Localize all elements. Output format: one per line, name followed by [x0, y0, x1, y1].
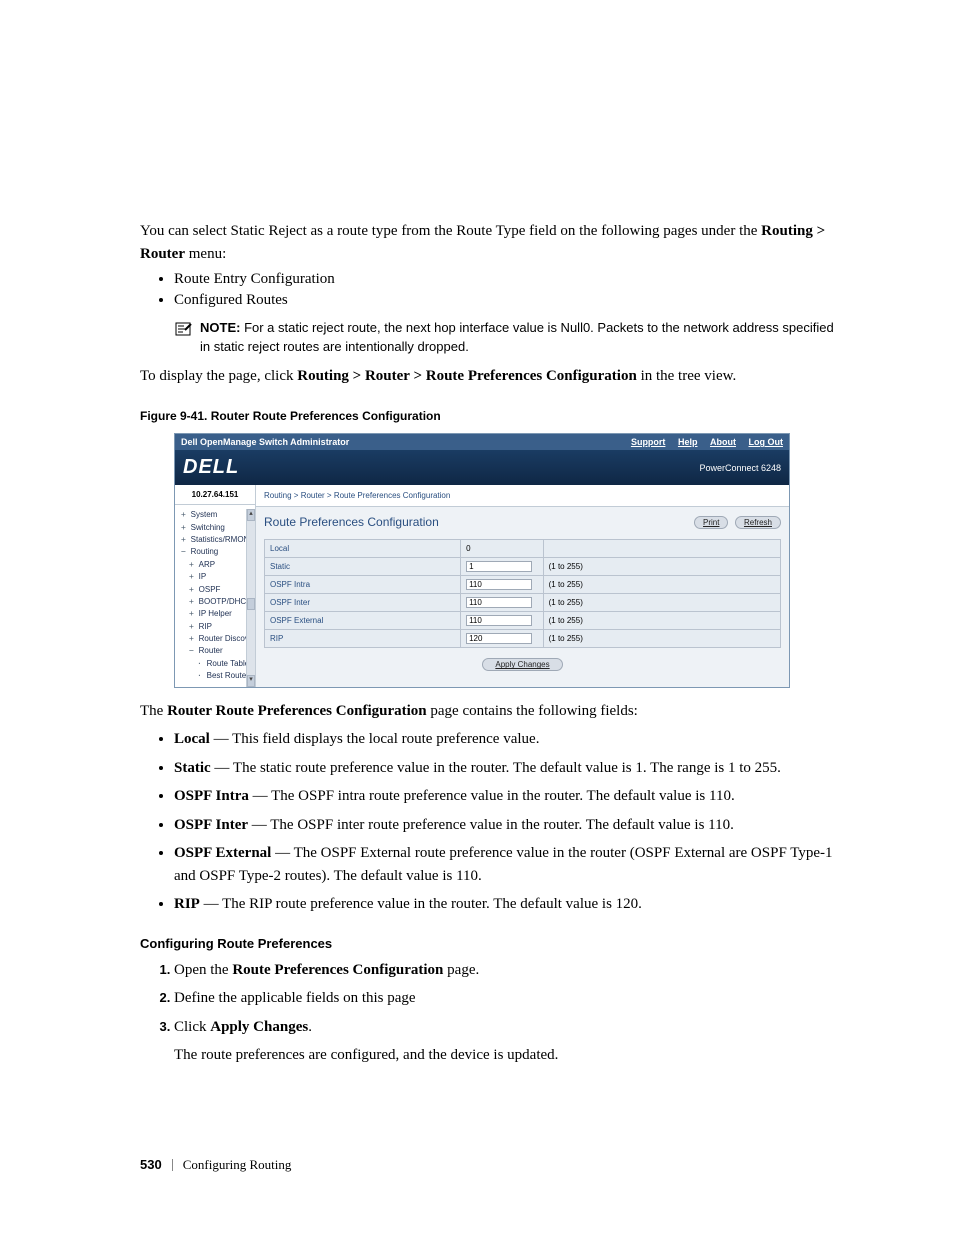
app-titlebar: Dell OpenManage Switch Administrator Sup…	[175, 434, 789, 450]
table-row: RIP (1 to 255)	[265, 630, 781, 648]
pref-value: 0	[461, 540, 544, 558]
tree-node[interactable]: + IP	[179, 571, 253, 583]
app-title: Dell OpenManage Switch Administrator	[181, 437, 349, 447]
pref-input[interactable]	[466, 561, 532, 572]
tree-scrollbar[interactable]: ▴ ▾	[246, 509, 255, 686]
field-item: RIP — The RIP route preference value in …	[174, 893, 834, 916]
range-label: (1 to 255)	[543, 576, 780, 594]
table-row: OSPF External (1 to 255)	[265, 612, 781, 630]
step-item: Open the Route Preferences Configuration…	[174, 959, 834, 982]
row-label: Static	[265, 558, 461, 576]
tree-node[interactable]: + RIP	[179, 621, 253, 633]
pref-input[interactable]	[466, 579, 532, 590]
note-icon	[174, 321, 192, 337]
table-row: OSPF Intra (1 to 255)	[265, 576, 781, 594]
config-table: Local0Static (1 to 255) OSPF Intra (1 to 25…	[264, 539, 781, 648]
tree-node[interactable]: + IP Helper	[179, 608, 253, 620]
pref-input[interactable]	[466, 633, 532, 644]
tree-node[interactable]: + Switching	[179, 522, 253, 534]
row-label: OSPF Intra	[265, 576, 461, 594]
range-label: (1 to 255)	[543, 558, 780, 576]
fields-intro: The Router Route Preferences Configurati…	[140, 700, 834, 723]
page-title: Route Preferences Configuration	[264, 515, 439, 529]
tree-node[interactable]: + BOOTP/DHCP Rel	[179, 596, 253, 608]
help-link[interactable]: Help	[678, 437, 698, 447]
row-label: OSPF Inter	[265, 594, 461, 612]
figure-caption: Figure 9-41. Router Route Preferences Co…	[140, 409, 834, 423]
field-item: OSPF External — The OSPF External route …	[174, 842, 834, 887]
tree-node[interactable]: + Router Discovery	[179, 633, 253, 645]
page-footer: 530 Configuring Routing	[140, 1157, 834, 1173]
step-item: Define the applicable fields on this pag…	[174, 987, 834, 1010]
result-text: The route preferences are configured, an…	[174, 1044, 834, 1067]
section-name: Configuring Routing	[183, 1157, 292, 1173]
note-block: NOTE: For a static reject route, the nex…	[174, 319, 834, 357]
note-label: NOTE:	[200, 320, 240, 335]
row-label: Local	[265, 540, 461, 558]
apply-changes-button[interactable]: Apply Changes	[482, 658, 562, 671]
step-item: Click Apply Changes.	[174, 1016, 834, 1039]
tree-node[interactable]: − Router	[179, 645, 253, 657]
tree-panel: 10.27.64.151 + System+ Switching+ Statis…	[175, 485, 256, 686]
breadcrumb: Routing > Router > Route Preferences Con…	[256, 485, 789, 507]
steps-list: Open the Route Preferences Configuration…	[150, 959, 834, 1039]
tree-node[interactable]: + OSPF	[179, 584, 253, 596]
scroll-thumb[interactable]	[247, 598, 255, 610]
intro-bullets: Route Entry Configuration Configured Rou…	[174, 271, 834, 309]
pref-input[interactable]	[466, 597, 532, 608]
tree-node[interactable]: + ARP	[179, 559, 253, 571]
scroll-down-icon[interactable]: ▾	[247, 675, 255, 687]
about-link[interactable]: About	[710, 437, 736, 447]
field-item: Static — The static route preference val…	[174, 757, 834, 780]
procedure-heading: Configuring Route Preferences	[140, 936, 834, 951]
row-label: RIP	[265, 630, 461, 648]
field-item: OSPF Intra — The OSPF intra route prefer…	[174, 785, 834, 808]
table-row: Static (1 to 255)	[265, 558, 781, 576]
row-label: OSPF External	[265, 612, 461, 630]
range-label: (1 to 255)	[543, 630, 780, 648]
support-link[interactable]: Support	[631, 437, 666, 447]
device-ip: 10.27.64.151	[175, 485, 255, 505]
table-row: OSPF Inter (1 to 255)	[265, 594, 781, 612]
scroll-up-icon[interactable]: ▴	[247, 509, 255, 521]
range-label: (1 to 255)	[543, 594, 780, 612]
bullet-item: Configured Routes	[174, 292, 834, 309]
range-label	[543, 540, 780, 558]
bullet-item: Route Entry Configuration	[174, 271, 834, 288]
tree-node[interactable]: + System	[179, 509, 253, 521]
note-text: For a static reject route, the next hop …	[200, 320, 834, 354]
field-item: OSPF Inter — The OSPF inter route prefer…	[174, 814, 834, 837]
tree-node[interactable]: − Routing	[179, 546, 253, 558]
range-label: (1 to 255)	[543, 612, 780, 630]
display-instruction: To display the page, click Routing > Rou…	[140, 365, 834, 388]
refresh-button[interactable]: Refresh	[735, 516, 781, 529]
tree-node[interactable]: · Best Routes Tab	[179, 670, 253, 682]
intro-paragraph: You can select Static Reject as a route …	[140, 220, 834, 265]
field-item: Local — This field displays the local ro…	[174, 728, 834, 751]
dell-logo: DELL	[183, 456, 239, 479]
print-button[interactable]: Print	[694, 516, 728, 529]
logout-link[interactable]: Log Out	[749, 437, 784, 447]
app-brandbar: DELL PowerConnect 6248	[175, 450, 789, 485]
fields-list: Local — This field displays the local ro…	[174, 728, 834, 916]
tree-node[interactable]: + Statistics/RMON	[179, 534, 253, 546]
app-screenshot: Dell OpenManage Switch Administrator Sup…	[174, 433, 790, 687]
table-row: Local0	[265, 540, 781, 558]
tree-node[interactable]: · Route Table	[179, 658, 253, 670]
model-label: PowerConnect 6248	[699, 463, 781, 473]
page-number: 530	[140, 1157, 162, 1172]
pref-input[interactable]	[466, 615, 532, 626]
